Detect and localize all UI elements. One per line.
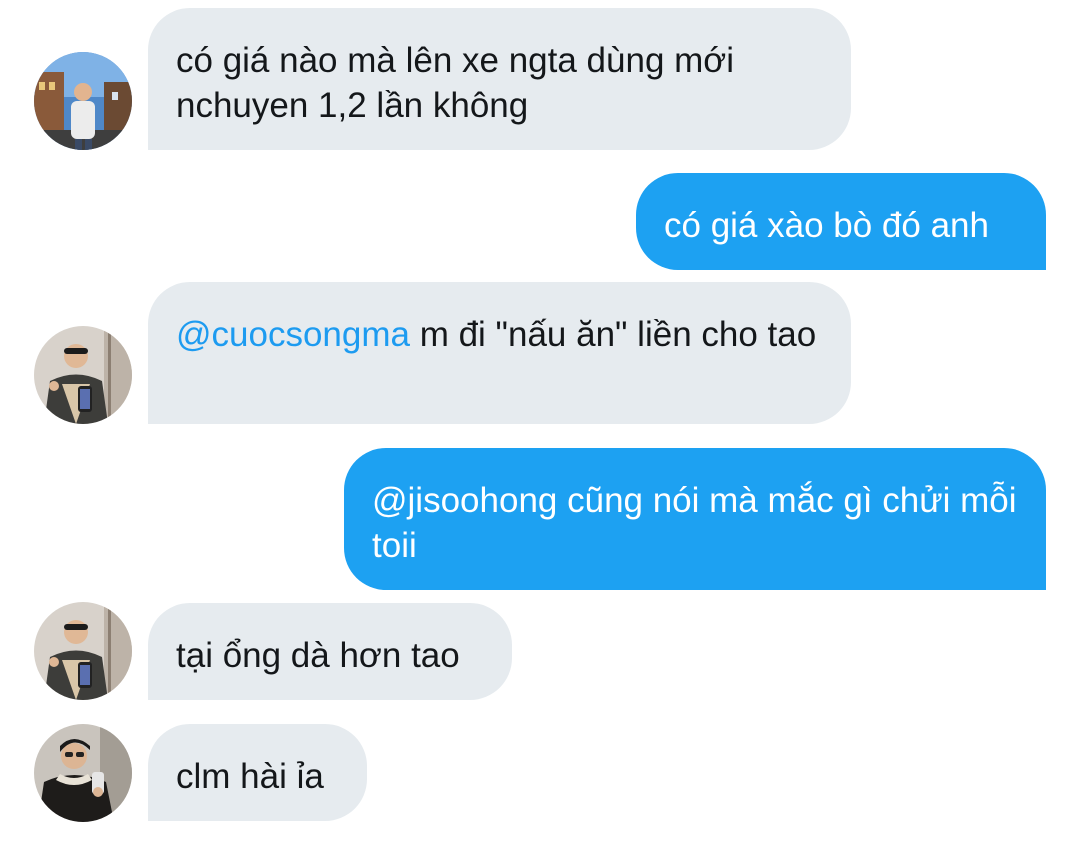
message-text: m đi "nấu ăn" liền cho tao xyxy=(409,315,817,354)
message-bubble[interactable]: có giá nào mà lên xe ngta dùng mới nchuy… xyxy=(148,8,851,150)
message-bubble[interactable]: tại ổng dà hơn tao xyxy=(148,603,512,700)
message-bubble[interactable]: @cuocsongma m đi "nấu ăn" liền cho tao xyxy=(148,282,851,424)
avatar-dark-jacket-icon xyxy=(34,724,132,822)
message-text: có giá xào bò đó anh xyxy=(664,206,989,245)
message-text: tại ổng dà hơn tao xyxy=(176,636,460,675)
avatar-mirror-selfie-icon xyxy=(34,602,132,700)
message-text: clm hài ỉa xyxy=(176,757,324,796)
mention-link[interactable]: @cuocsongma xyxy=(176,315,410,354)
avatar-city-street-icon xyxy=(34,52,132,150)
message-bubble[interactable]: có giá xào bò đó anh xyxy=(636,173,1046,270)
sender-avatar[interactable] xyxy=(34,602,132,700)
message-bubble[interactable]: @jisoohong cũng nói mà mắc gì chửi mỗi t… xyxy=(344,448,1046,590)
sender-avatar[interactable] xyxy=(34,326,132,424)
message-text: có giá nào mà lên xe ngta dùng mới nchuy… xyxy=(176,41,735,125)
message-text: @jisoohong cũng nói mà mắc gì chửi mỗi t… xyxy=(372,481,1017,565)
message-bubble[interactable]: clm hài ỉa xyxy=(148,724,367,821)
sender-avatar[interactable] xyxy=(34,724,132,822)
avatar-mirror-selfie-icon xyxy=(34,326,132,424)
sender-avatar[interactable] xyxy=(34,52,132,150)
